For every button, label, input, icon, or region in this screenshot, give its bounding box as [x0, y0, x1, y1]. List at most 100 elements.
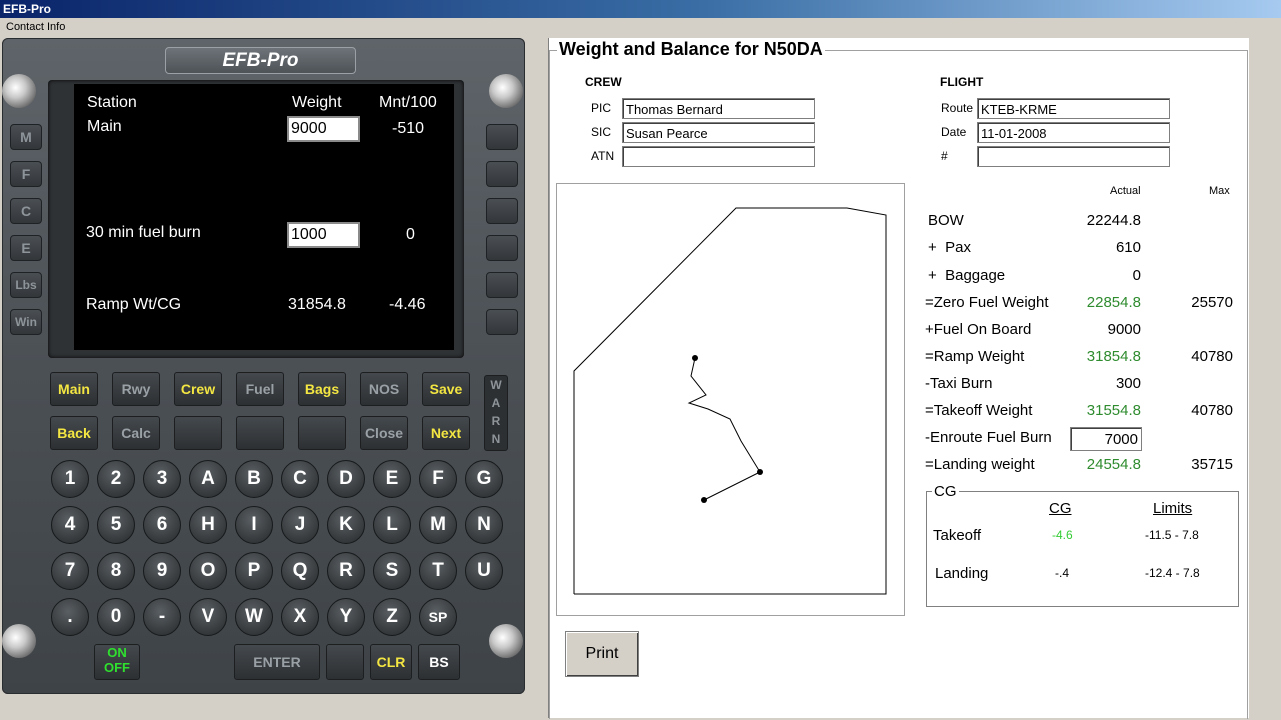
key-y[interactable]: Y [327, 598, 365, 636]
fk-fuel-button[interactable]: Fuel [236, 372, 284, 406]
key-a[interactable]: A [189, 460, 227, 498]
baggage-value: 0 [1132, 267, 1141, 284]
cg-landing-limits: -12.4 - 7.8 [1145, 566, 1200, 580]
fk-calc-button[interactable]: Calc [112, 416, 160, 450]
key-b[interactable]: B [235, 460, 273, 498]
key-c[interactable]: C [281, 460, 319, 498]
fk-nos-button[interactable]: NOS [360, 372, 408, 406]
key-r[interactable]: R [327, 552, 365, 590]
fk-save-button[interactable]: Save [422, 372, 470, 406]
fk-next-button[interactable]: Next [422, 416, 470, 450]
lsk-c[interactable]: C [10, 198, 42, 224]
key-5[interactable]: 5 [97, 506, 135, 544]
key-3[interactable]: 3 [143, 460, 181, 498]
lsk-f[interactable]: F [10, 161, 42, 187]
lsk-win[interactable]: Win [10, 309, 42, 335]
baggage-label: + Baggage [928, 267, 1006, 284]
key-m[interactable]: M [419, 506, 457, 544]
key-g[interactable]: G [465, 460, 503, 498]
fk-blank-button[interactable] [236, 416, 284, 450]
rsk-3[interactable] [486, 198, 518, 224]
fk-back-button[interactable]: Back [50, 416, 98, 450]
atn-field[interactable] [622, 146, 815, 167]
key-0[interactable]: 0 [97, 598, 135, 636]
sic-field[interactable]: Susan Pearce [622, 122, 815, 143]
rsk-4[interactable] [486, 235, 518, 261]
warn-letter: N [491, 432, 501, 446]
key-z[interactable]: Z [373, 598, 411, 636]
rsk-6[interactable] [486, 309, 518, 335]
row-fuelburn-label: 30 min fuel burn [86, 224, 201, 241]
rsk-1[interactable] [486, 124, 518, 150]
power-on-label: ON [107, 645, 127, 660]
key-minus[interactable]: - [143, 598, 181, 636]
key-h[interactable]: H [189, 506, 227, 544]
pax-value: 610 [1115, 239, 1141, 256]
rsk-2[interactable] [486, 161, 518, 187]
crew-heading: CREW [585, 75, 622, 89]
fk-bags-button[interactable]: Bags [298, 372, 346, 406]
fk-main-button[interactable]: Main [50, 372, 98, 406]
enter-button[interactable]: ENTER [234, 644, 320, 680]
key-k[interactable]: K [327, 506, 365, 544]
lsk-e[interactable]: E [10, 235, 42, 261]
fk-blank-button[interactable] [298, 416, 346, 450]
device-brand: EFB-Pro [165, 47, 356, 74]
main-weight-input[interactable]: 9000 [287, 116, 360, 142]
takeoff-weight-label: =Takeoff Weight [925, 402, 1033, 419]
enroute-burn-input[interactable]: 7000 [1070, 427, 1142, 451]
cg-point [692, 355, 698, 361]
pax-label: + Pax [928, 239, 971, 256]
key-d[interactable]: D [327, 460, 365, 498]
pic-field[interactable]: Thomas Bernard [622, 98, 815, 119]
key-4[interactable]: 4 [51, 506, 89, 544]
key-2[interactable]: 2 [97, 460, 135, 498]
key-i[interactable]: I [235, 506, 273, 544]
key-n[interactable]: N [465, 506, 503, 544]
row-ramp-label: Ramp Wt/CG [86, 296, 182, 313]
flight-number-field[interactable] [977, 146, 1170, 167]
key-x[interactable]: X [281, 598, 319, 636]
key-s[interactable]: S [373, 552, 411, 590]
clr-button[interactable]: CLR [370, 644, 412, 680]
key-t[interactable]: T [419, 552, 457, 590]
lsk-m[interactable]: M [10, 124, 42, 150]
key-j[interactable]: J [281, 506, 319, 544]
key-6[interactable]: 6 [143, 506, 181, 544]
key-e[interactable]: E [373, 460, 411, 498]
fk-close-button[interactable]: Close [360, 416, 408, 450]
key-v[interactable]: V [189, 598, 227, 636]
menu-bar: Contact Info [0, 18, 1281, 37]
col-moment: Mnt/100 [379, 94, 437, 111]
fuelburn-moment: 0 [406, 226, 415, 243]
fk-crew-button[interactable]: Crew [174, 372, 222, 406]
power-button[interactable]: ON OFF [94, 644, 140, 680]
key-space[interactable]: SP [419, 598, 457, 636]
blank-key-button[interactable] [326, 644, 364, 680]
flight-number-label: # [941, 149, 948, 163]
key-dot[interactable]: . [51, 598, 89, 636]
key-8[interactable]: 8 [97, 552, 135, 590]
key-7[interactable]: 7 [51, 552, 89, 590]
key-9[interactable]: 9 [143, 552, 181, 590]
fk-blank-button[interactable] [174, 416, 222, 450]
route-field[interactable]: KTEB-KRME [977, 98, 1170, 119]
bezel-screw-icon [489, 624, 523, 658]
key-1[interactable]: 1 [51, 460, 89, 498]
key-p[interactable]: P [235, 552, 273, 590]
bs-button[interactable]: BS [418, 644, 460, 680]
key-w[interactable]: W [235, 598, 273, 636]
lsk-lbs[interactable]: Lbs [10, 272, 42, 298]
key-f[interactable]: F [419, 460, 457, 498]
print-button[interactable]: Print [565, 631, 639, 677]
fk-rwy-button[interactable]: Rwy [112, 372, 160, 406]
key-q[interactable]: Q [281, 552, 319, 590]
menu-contact-info[interactable]: Contact Info [0, 21, 65, 33]
fob-label: +Fuel On Board [925, 321, 1032, 338]
key-l[interactable]: L [373, 506, 411, 544]
key-u[interactable]: U [465, 552, 503, 590]
date-field[interactable]: 11-01-2008 [977, 122, 1170, 143]
key-o[interactable]: O [189, 552, 227, 590]
fuelburn-weight-input[interactable]: 1000 [287, 222, 360, 248]
rsk-5[interactable] [486, 272, 518, 298]
